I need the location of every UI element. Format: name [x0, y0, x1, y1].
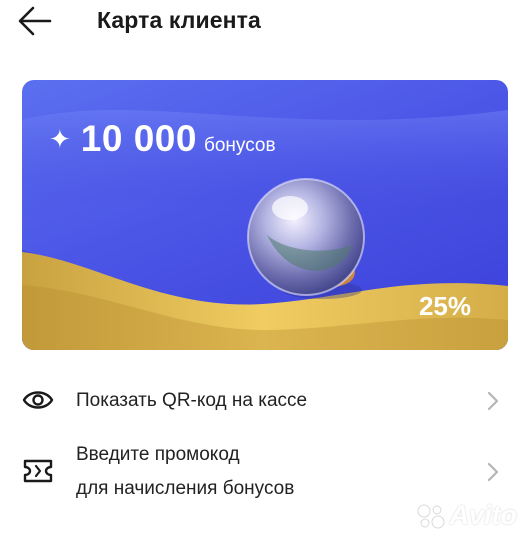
promo-label-line1: Введите промокод	[76, 444, 240, 465]
sparkle-icon: ✦	[49, 124, 71, 154]
chevron-right-icon	[487, 462, 499, 482]
avito-watermark: Avito	[416, 500, 518, 531]
back-button[interactable]	[18, 6, 58, 38]
eye-icon	[22, 391, 54, 409]
bonus-amount: 10 000	[80, 118, 197, 159]
avito-logo-icon	[417, 504, 444, 528]
show-qr-row[interactable]: Показать QR-код на кассе	[0, 378, 529, 424]
page-title: Карта клиента	[97, 7, 261, 33]
loyalty-card[interactable]: ✦ 10 000 бонусов 25%	[22, 80, 508, 350]
show-qr-label: Показать QR-код на кассе	[76, 390, 308, 411]
bonus-unit: бонусов	[203, 135, 276, 156]
chevron-right-icon	[487, 391, 499, 411]
ticket-icon	[23, 459, 53, 483]
watermark-text: Avito	[449, 500, 518, 530]
cashback-percent: 25%	[418, 291, 471, 321]
promo-label-line2: для начисления бонусов	[76, 478, 295, 499]
arrow-left-icon	[18, 6, 52, 36]
bonus-balance: ✦ 10 000 бонусов	[49, 118, 276, 160]
app-header: Карта клиента	[0, 0, 529, 50]
